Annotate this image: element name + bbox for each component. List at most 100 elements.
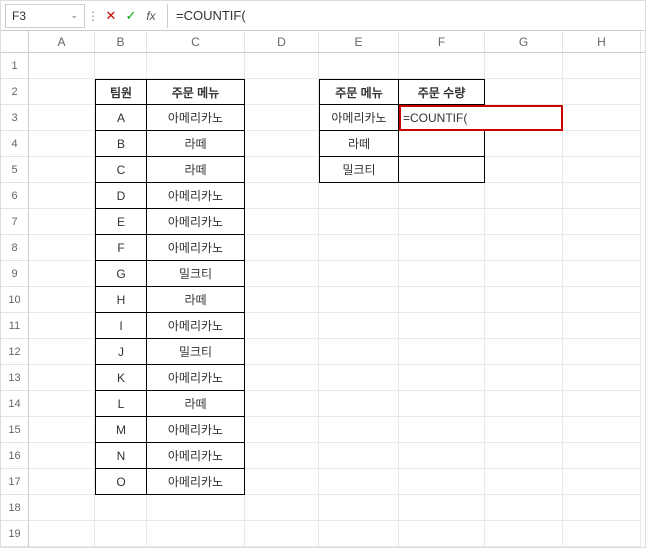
cell-H12[interactable] — [563, 339, 641, 365]
cell-H4[interactable] — [563, 131, 641, 157]
cell-G11[interactable] — [485, 313, 563, 339]
cell-H13[interactable] — [563, 365, 641, 391]
cell-A18[interactable] — [29, 495, 95, 521]
cell-A2[interactable] — [29, 79, 95, 105]
cell-D11[interactable] — [245, 313, 319, 339]
cell-C7[interactable]: 아메리카노 — [147, 209, 245, 235]
cell-H10[interactable] — [563, 287, 641, 313]
cell-D5[interactable] — [245, 157, 319, 183]
cell-C8[interactable]: 아메리카노 — [147, 235, 245, 261]
cell-A6[interactable] — [29, 183, 95, 209]
cell-A5[interactable] — [29, 157, 95, 183]
row-header[interactable]: 8 — [1, 235, 29, 261]
cell-H17[interactable] — [563, 469, 641, 495]
column-header-B[interactable]: B — [95, 31, 147, 52]
row-header[interactable]: 11 — [1, 313, 29, 339]
cell-D13[interactable] — [245, 365, 319, 391]
cell-E17[interactable] — [319, 469, 399, 495]
cell-H11[interactable] — [563, 313, 641, 339]
cell-F11[interactable] — [399, 313, 485, 339]
row-header[interactable]: 14 — [1, 391, 29, 417]
cell-G4[interactable] — [485, 131, 563, 157]
cell-D15[interactable] — [245, 417, 319, 443]
cell-A12[interactable] — [29, 339, 95, 365]
chevron-down-icon[interactable]: ⌄ — [70, 10, 78, 21]
column-header-E[interactable]: E — [319, 31, 399, 52]
cell-B13[interactable]: K — [95, 365, 147, 391]
cell-E16[interactable] — [319, 443, 399, 469]
cell-B17[interactable]: O — [95, 469, 147, 495]
cell-C10[interactable]: 라떼 — [147, 287, 245, 313]
cell-E10[interactable] — [319, 287, 399, 313]
cell-D7[interactable] — [245, 209, 319, 235]
column-header-D[interactable]: D — [245, 31, 319, 52]
cell-H18[interactable] — [563, 495, 641, 521]
cell-G7[interactable] — [485, 209, 563, 235]
column-header-F[interactable]: F — [399, 31, 485, 52]
select-all-corner[interactable] — [1, 31, 29, 52]
cell-G6[interactable] — [485, 183, 563, 209]
row-header[interactable]: 18 — [1, 495, 29, 521]
cell-D17[interactable] — [245, 469, 319, 495]
cell-H16[interactable] — [563, 443, 641, 469]
column-header-A[interactable]: A — [29, 31, 95, 52]
cell-F9[interactable] — [399, 261, 485, 287]
cell-D16[interactable] — [245, 443, 319, 469]
name-box[interactable]: F3 ⌄ — [5, 4, 85, 28]
cell-B14[interactable]: L — [95, 391, 147, 417]
cell-A15[interactable] — [29, 417, 95, 443]
cell-G1[interactable] — [485, 53, 563, 79]
cell-E2[interactable]: 주문 메뉴 — [319, 79, 399, 105]
cell-A4[interactable] — [29, 131, 95, 157]
cell-F5[interactable] — [399, 157, 485, 183]
cell-A9[interactable] — [29, 261, 95, 287]
cell-E7[interactable] — [319, 209, 399, 235]
column-header-C[interactable]: C — [147, 31, 245, 52]
enter-button[interactable]: ✓ — [121, 4, 141, 28]
cell-A17[interactable] — [29, 469, 95, 495]
row-header[interactable]: 7 — [1, 209, 29, 235]
cancel-button[interactable]: ✕ — [101, 4, 121, 28]
cell-F19[interactable] — [399, 521, 485, 547]
cell-D9[interactable] — [245, 261, 319, 287]
cell-G19[interactable] — [485, 521, 563, 547]
cell-B10[interactable]: H — [95, 287, 147, 313]
row-header[interactable]: 17 — [1, 469, 29, 495]
cell-A3[interactable] — [29, 105, 95, 131]
cell-H6[interactable] — [563, 183, 641, 209]
cell-H7[interactable] — [563, 209, 641, 235]
cell-H19[interactable] — [563, 521, 641, 547]
cell-G15[interactable] — [485, 417, 563, 443]
cell-H9[interactable] — [563, 261, 641, 287]
row-header[interactable]: 2 — [1, 79, 29, 105]
cell-F13[interactable] — [399, 365, 485, 391]
row-header[interactable]: 5 — [1, 157, 29, 183]
cell-E18[interactable] — [319, 495, 399, 521]
cell-G10[interactable] — [485, 287, 563, 313]
cell-C4[interactable]: 라떼 — [147, 131, 245, 157]
cell-B2[interactable]: 팀원 — [95, 79, 147, 105]
cell-E12[interactable] — [319, 339, 399, 365]
cell-G13[interactable] — [485, 365, 563, 391]
cell-F7[interactable] — [399, 209, 485, 235]
cell-D4[interactable] — [245, 131, 319, 157]
cell-H14[interactable] — [563, 391, 641, 417]
row-header[interactable]: 1 — [1, 53, 29, 79]
cell-G9[interactable] — [485, 261, 563, 287]
cell-A10[interactable] — [29, 287, 95, 313]
cell-E4[interactable]: 라떼 — [319, 131, 399, 157]
cell-C6[interactable]: 아메리카노 — [147, 183, 245, 209]
cell-A8[interactable] — [29, 235, 95, 261]
cell-E6[interactable] — [319, 183, 399, 209]
cell-G12[interactable] — [485, 339, 563, 365]
cell-E19[interactable] — [319, 521, 399, 547]
cell-A16[interactable] — [29, 443, 95, 469]
cell-F14[interactable] — [399, 391, 485, 417]
cell-C13[interactable]: 아메리카노 — [147, 365, 245, 391]
cell-B11[interactable]: I — [95, 313, 147, 339]
cell-C5[interactable]: 라떼 — [147, 157, 245, 183]
cell-A19[interactable] — [29, 521, 95, 547]
cell-A1[interactable] — [29, 53, 95, 79]
cell-E5[interactable]: 밀크티 — [319, 157, 399, 183]
formula-input[interactable]: =COUNTIF( — [167, 4, 645, 28]
